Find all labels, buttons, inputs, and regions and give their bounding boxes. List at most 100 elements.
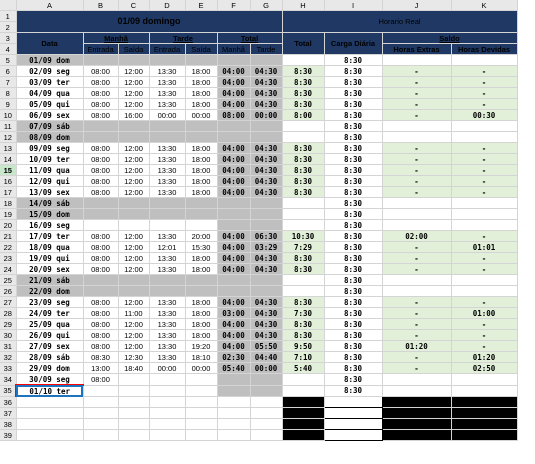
total-tarde-cell[interactable] (250, 373, 283, 386)
header-horas-devidas[interactable]: Horas Devidas (451, 43, 518, 55)
cell[interactable] (16, 407, 84, 419)
horas-devidas-cell[interactable] (451, 373, 518, 386)
horas-extras-cell[interactable] (382, 274, 452, 286)
total-manha-cell[interactable]: 04:00 (217, 153, 251, 165)
total-manha-cell[interactable]: 04:00 (217, 241, 251, 253)
horas-devidas-cell[interactable]: - (451, 153, 518, 165)
column-header-j[interactable]: J (382, 0, 452, 11)
entrada-tarde-cell[interactable]: 13:30 (149, 153, 186, 165)
entrada-manha-cell[interactable]: 08:00 (83, 186, 119, 198)
horas-extras-cell[interactable] (382, 197, 452, 209)
horas-devidas-cell[interactable]: - (451, 98, 518, 110)
entrada-manha-cell[interactable]: 08:00 (83, 98, 119, 110)
cell[interactable] (16, 396, 84, 408)
saida-tarde-cell[interactable]: 18:00 (185, 252, 218, 264)
cell[interactable] (83, 407, 119, 419)
row-header[interactable]: 21 (0, 230, 17, 242)
carga-diaria-cell[interactable]: 8:30 (324, 54, 383, 66)
horas-devidas-cell[interactable]: - (451, 230, 518, 242)
saida-tarde-cell[interactable]: 18:00 (185, 76, 218, 88)
header-carga-diaria[interactable]: Carga Diária (324, 32, 383, 55)
date-cell[interactable]: 16/09 seg (16, 219, 84, 231)
header-total-manha[interactable]: Manhã (217, 43, 251, 55)
total-day-cell[interactable]: 8:30 (282, 142, 325, 154)
horas-devidas-cell[interactable]: - (451, 263, 518, 275)
total-tarde-cell[interactable] (250, 219, 283, 231)
row-header[interactable]: 12 (0, 131, 17, 143)
entrada-tarde-cell[interactable] (149, 373, 186, 386)
header-total-tarde[interactable]: Tarde (250, 43, 283, 55)
total-tarde-cell[interactable]: 00:00 (250, 362, 283, 374)
title-date-cell[interactable]: 01/09 domingo (16, 10, 283, 33)
entrada-tarde-cell[interactable] (149, 385, 186, 397)
horas-devidas-cell[interactable] (451, 385, 518, 397)
total-manha-cell[interactable]: 04:00 (217, 175, 251, 187)
horas-extras-cell[interactable]: - (382, 164, 452, 176)
total-day-cell[interactable] (282, 208, 325, 220)
date-cell[interactable]: 02/09 seg (16, 65, 84, 77)
horas-extras-cell[interactable]: 02:00 (382, 230, 452, 242)
saida-tarde-cell[interactable]: 18:10 (185, 351, 218, 363)
header-total-col[interactable]: Total (282, 32, 325, 55)
horas-extras-cell[interactable]: - (382, 175, 452, 187)
row-header[interactable]: 27 (0, 296, 17, 308)
horas-extras-cell[interactable]: - (382, 296, 452, 308)
date-cell[interactable]: 03/09 ter (16, 76, 84, 88)
total-manha-cell[interactable] (217, 285, 251, 297)
cell[interactable] (282, 429, 325, 441)
carga-diaria-cell[interactable]: 8:30 (324, 307, 383, 319)
entrada-tarde-cell[interactable]: 13:30 (149, 186, 186, 198)
column-header-i[interactable]: I (324, 0, 383, 11)
saida-manha-cell[interactable] (118, 385, 150, 397)
row-header[interactable]: 24 (0, 263, 17, 275)
column-header-g[interactable]: G (250, 0, 283, 11)
carga-diaria-cell[interactable]: 8:30 (324, 252, 383, 264)
entrada-manha-cell[interactable]: 08:30 (83, 351, 119, 363)
entrada-manha-cell[interactable]: 08:00 (83, 263, 119, 275)
row-header[interactable]: 17 (0, 186, 17, 198)
saida-tarde-cell[interactable] (185, 54, 218, 66)
saida-tarde-cell[interactable] (185, 385, 218, 397)
carga-diaria-cell[interactable]: 8:30 (324, 318, 383, 330)
total-manha-cell[interactable]: 04:00 (217, 164, 251, 176)
horas-extras-cell[interactable]: - (382, 87, 452, 99)
saida-manha-cell[interactable] (118, 197, 150, 209)
horas-extras-cell[interactable]: - (382, 329, 452, 341)
total-manha-cell[interactable] (217, 373, 251, 386)
total-tarde-cell[interactable]: 04:30 (250, 252, 283, 264)
entrada-tarde-cell[interactable]: 13:30 (149, 175, 186, 187)
date-cell[interactable]: 17/09 ter (16, 230, 84, 242)
date-cell[interactable]: 10/09 ter (16, 153, 84, 165)
total-tarde-cell[interactable] (250, 131, 283, 143)
cell[interactable] (185, 418, 218, 430)
column-header-d[interactable]: D (149, 0, 186, 11)
saida-tarde-cell[interactable]: 18:00 (185, 186, 218, 198)
carga-diaria-cell[interactable]: 8:30 (324, 87, 383, 99)
carga-diaria-cell[interactable]: 8:30 (324, 98, 383, 110)
horas-devidas-cell[interactable]: 01:01 (451, 241, 518, 253)
date-cell[interactable]: 04/09 qua (16, 87, 84, 99)
cell[interactable] (83, 396, 119, 408)
row-header[interactable]: 25 (0, 274, 17, 286)
cell[interactable] (217, 396, 251, 408)
total-manha-cell[interactable]: 04:00 (217, 76, 251, 88)
cell[interactable] (16, 418, 84, 430)
carga-diaria-cell[interactable]: 8:30 (324, 142, 383, 154)
cell[interactable] (323, 418, 383, 430)
date-cell[interactable]: 14/09 sáb (16, 197, 84, 209)
saida-manha-cell[interactable]: 12:00 (118, 76, 150, 88)
saida-tarde-cell[interactable]: 18:00 (185, 307, 218, 319)
total-day-cell[interactable]: 5:40 (282, 362, 325, 374)
date-cell[interactable]: 13/09 sex (16, 186, 84, 198)
saida-tarde-cell[interactable]: 00:00 (185, 362, 218, 374)
horas-extras-cell[interactable]: - (382, 318, 452, 330)
entrada-manha-cell[interactable] (83, 219, 119, 231)
date-cell[interactable]: 08/09 dom (16, 131, 84, 143)
entrada-manha-cell[interactable] (83, 208, 119, 220)
cell[interactable] (83, 418, 119, 430)
carga-diaria-cell[interactable]: 8:30 (324, 208, 383, 220)
horas-devidas-cell[interactable] (451, 120, 518, 132)
carga-diaria-cell[interactable]: 8:30 (324, 164, 383, 176)
horas-devidas-cell[interactable] (451, 131, 518, 143)
entrada-manha-cell[interactable]: 08:00 (83, 307, 119, 319)
